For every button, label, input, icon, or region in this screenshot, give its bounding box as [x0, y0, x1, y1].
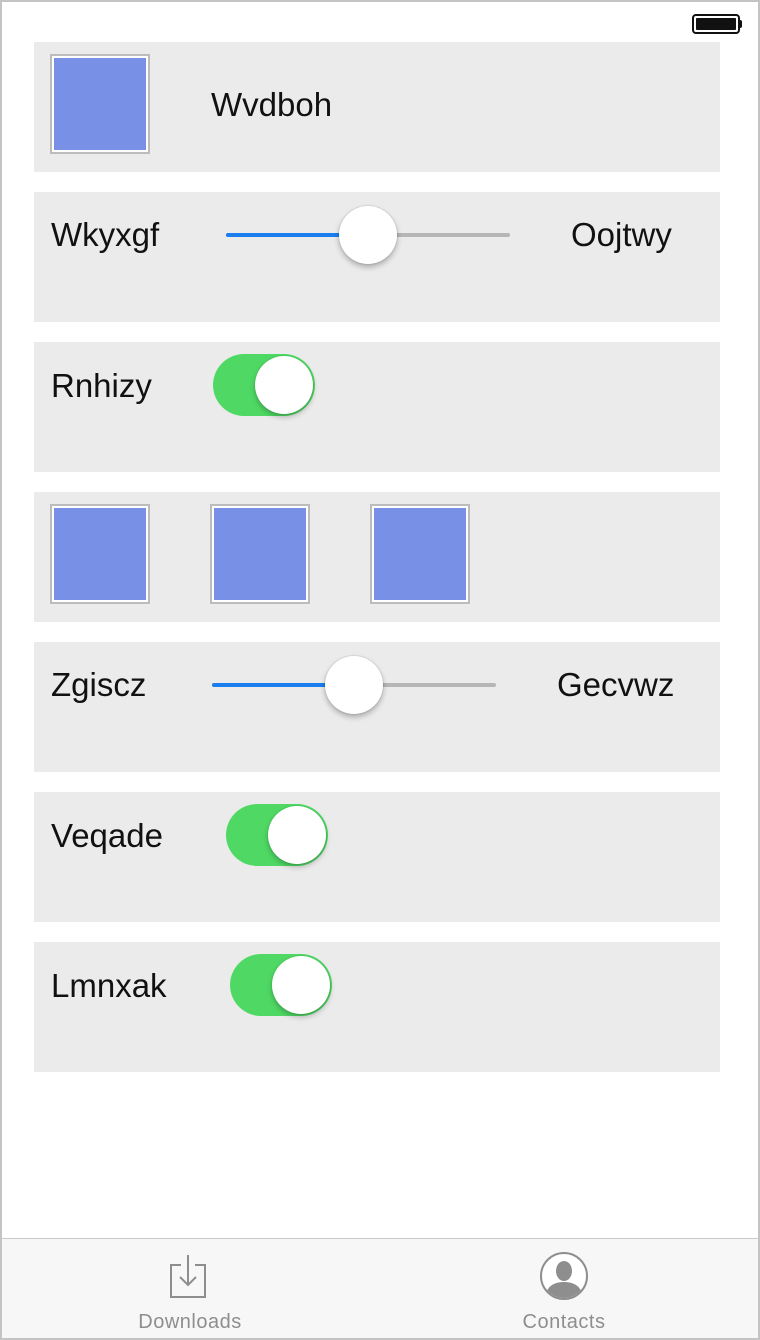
- slider-row: Zgiscz Gecvwz: [34, 642, 720, 772]
- image-row: Wvdboh: [34, 42, 720, 172]
- toggle-label: Veqade: [51, 817, 163, 854]
- slider-thumb[interactable]: [325, 656, 383, 714]
- slider[interactable]: [226, 206, 510, 264]
- tab-bar: Downloads Contacts: [2, 1238, 758, 1338]
- image-thumbnail[interactable]: [50, 504, 150, 604]
- toggle-switch[interactable]: [226, 804, 328, 866]
- toggle-knob: [268, 806, 326, 864]
- tab-label: Contacts: [522, 1311, 606, 1333]
- toggle-row: Rnhizy: [34, 342, 720, 472]
- image-grid-row: [34, 492, 720, 622]
- contacts-icon: [540, 1252, 588, 1300]
- toggle-label: Rnhizy: [51, 367, 152, 404]
- toggle-knob: [272, 956, 330, 1014]
- toggle-switch[interactable]: [230, 954, 332, 1016]
- battery-full-icon: [692, 14, 740, 34]
- tab-contacts[interactable]: Contacts: [464, 1239, 664, 1338]
- tab-downloads[interactable]: Downloads: [90, 1239, 290, 1338]
- status-bar: [2, 2, 758, 42]
- toggle-row: Lmnxak: [34, 942, 720, 1072]
- slider-row: Wkyxgf Oojtwy: [34, 192, 720, 322]
- image-thumbnail[interactable]: [210, 504, 310, 604]
- app-screen: Wvdboh Wkyxgf Oojtwy Rnhizy Zgiscz Gecvw…: [0, 0, 760, 1340]
- tab-label: Downloads: [138, 1311, 242, 1333]
- image-label: Wvdboh: [211, 86, 333, 123]
- slider[interactable]: [212, 656, 496, 714]
- slider-left-label: Zgiscz: [51, 666, 147, 703]
- toggle-switch[interactable]: [213, 354, 315, 416]
- slider-right-label: Oojtwy: [571, 216, 672, 253]
- image-thumbnail[interactable]: [370, 504, 470, 604]
- toggle-label: Lmnxak: [51, 967, 167, 1004]
- downloads-icon: [170, 1255, 206, 1298]
- slider-thumb[interactable]: [339, 206, 397, 264]
- image-thumbnail[interactable]: [50, 54, 150, 154]
- toggle-row: Veqade: [34, 792, 720, 922]
- battery-tip: [739, 20, 742, 28]
- slider-right-label: Gecvwz: [557, 666, 675, 703]
- slider-left-label: Wkyxgf: [51, 216, 160, 253]
- toggle-knob: [255, 356, 313, 414]
